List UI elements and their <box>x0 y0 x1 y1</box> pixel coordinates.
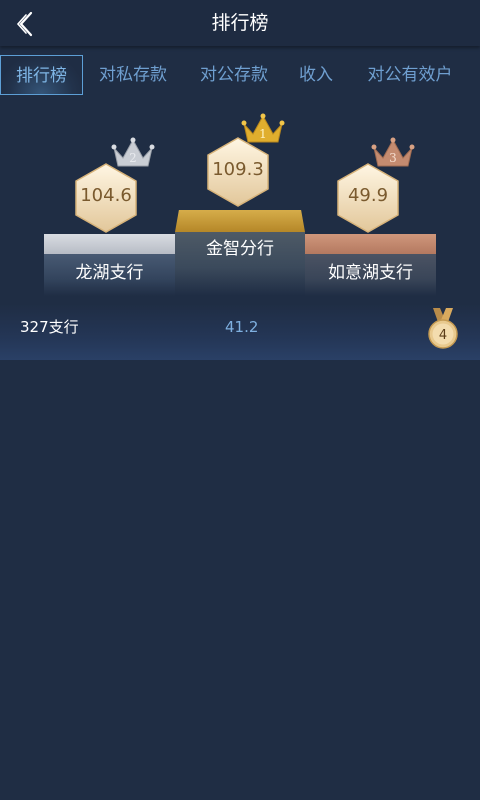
podium-third-value: 49.9 <box>347 185 389 206</box>
podium-first-value: 109.3 <box>212 159 264 180</box>
podium-first-name: 金智分行 <box>206 239 274 259</box>
crown-silver-icon: 2 <box>110 136 156 174</box>
crown-gold-icon: 1 <box>240 112 286 150</box>
crown-rank-2: 2 <box>129 151 137 165</box>
medal-icon: 4 <box>426 308 460 350</box>
tab-bar: 排行榜 对私存款 对公存款 收入 对公有效户 <box>0 54 480 98</box>
podium-second-top <box>44 234 175 254</box>
podium-second-name: 龙湖支行 <box>75 263 144 283</box>
medal-rank: 4 <box>438 328 448 343</box>
tab-income[interactable]: 收入 <box>288 55 344 95</box>
tab-corporate-active-accounts[interactable]: 对公有效户 <box>352 55 468 95</box>
list-item[interactable]: 327支行 41.2 4 <box>0 304 480 360</box>
crown-rank-3: 3 <box>389 151 397 165</box>
page-title: 排行榜 <box>211 12 269 34</box>
podium-third-top <box>305 234 436 254</box>
list-item-value: 41.2 <box>225 318 259 336</box>
crown-rank-1: 1 <box>259 127 267 141</box>
tab-private-deposit[interactable]: 对私存款 <box>85 55 181 95</box>
header-bar: 排行榜 <box>0 0 480 46</box>
podium: 龙湖支行 104.6 2 金智分行 109.3 1 如意湖支行 49.9 3 <box>0 100 480 300</box>
tab-corporate-deposit[interactable]: 对公存款 <box>186 55 282 95</box>
tab-ranking[interactable]: 排行榜 <box>0 55 83 95</box>
podium-second-value: 104.6 <box>80 185 132 206</box>
list-item-name: 327支行 <box>20 318 79 336</box>
podium-first-top <box>175 210 305 232</box>
podium-third-name: 如意湖支行 <box>328 263 413 283</box>
crown-bronze-icon: 3 <box>370 136 416 174</box>
